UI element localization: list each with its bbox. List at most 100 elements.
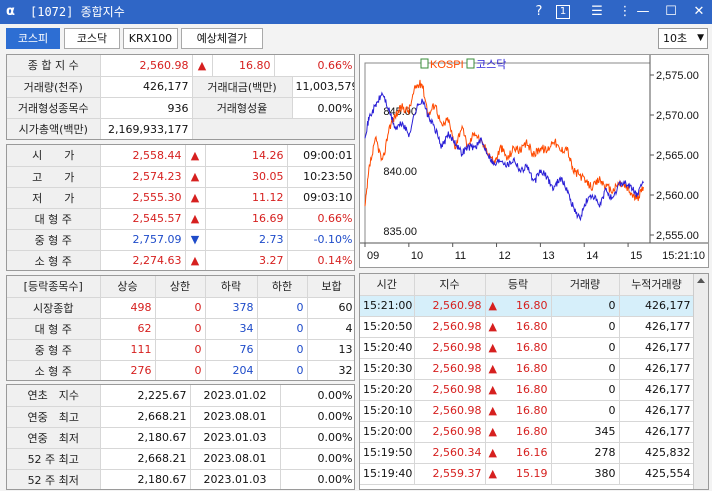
price-row-time: -0.10% [287, 229, 354, 251]
tab-krx100[interactable]: KRX100 [123, 28, 178, 49]
price-row-time: 10:23:50 [287, 166, 354, 188]
down-arrow-icon: ▼ [185, 229, 206, 251]
yearly-row-label: 연중 최고 [7, 406, 101, 428]
interval-select[interactable]: 10초 ▼ [658, 28, 708, 49]
x-end-time-label: 15:21:10 [662, 250, 705, 262]
tick-volume: 0 [551, 400, 620, 422]
tab-kospi[interactable]: 코스피 [6, 28, 60, 49]
unchanged-count: 60 [307, 297, 354, 319]
breadth-header: 보합 [307, 276, 354, 298]
composite-index-value: 2,560.98 [100, 55, 193, 77]
lower-limit-count: 0 [257, 318, 308, 340]
advance-decline-panel: [등락종목수] 상승 상한 하락 하한 보합 시장종합 498 0 378 0 60 대 형 주 62 0… [6, 275, 355, 381]
market-tabs-toolbar: 코스피 코스닥 KRX100 예상체결가 10초 ▼ [0, 24, 712, 52]
screen-number-icon[interactable]: 1 [556, 5, 570, 19]
tick-time: 15:20:00 [360, 421, 415, 443]
up-arrow-icon: ▲ [192, 55, 213, 77]
price-row-label: 고 가 [7, 166, 101, 188]
unchanged-count: 32 [307, 360, 354, 380]
x-tick-label: 14 [586, 250, 598, 262]
up-arrow-icon: ▲ [185, 250, 206, 270]
yearly-row-date: 2023.08.01 [190, 448, 281, 470]
up-arrow-icon: ▲ [488, 404, 497, 417]
x-tick-label: 15 [630, 250, 642, 262]
unchanged-count: 4 [307, 318, 354, 340]
yearly-row-label: 52 주 최저 [7, 469, 101, 489]
price-row-time: 09:03:10 [287, 187, 354, 209]
minimize-icon[interactable]: — [632, 2, 654, 22]
tick-change-value: 16.80 [516, 404, 548, 417]
composite-index-rate: 0.66% [274, 55, 354, 77]
tab-expected-price[interactable]: 예상체결가 [181, 28, 263, 49]
traded-ratio-label: 거래형성율 [192, 97, 293, 119]
tick-cum-volume: 426,177 [619, 337, 695, 359]
tick-row[interactable]: 15:20:50 2,560.98 ▲ 16.80 0 426,177 [360, 316, 695, 338]
right-tick-label: 2,560.00 [656, 190, 699, 202]
tick-change: ▲ 16.16 [485, 442, 552, 464]
price-stats-panel: 시 가 2,558.44 ▲ 14.26 09:00:01 고 가 2,574.23 ▲ 30.… [6, 144, 355, 271]
maximize-icon[interactable]: ☐ [660, 2, 682, 22]
yearly-row-value: 2,180.67 [100, 469, 191, 489]
tick-change-value: 16.16 [516, 446, 548, 459]
yearly-row-value: 2,668.21 [100, 448, 191, 470]
yearly-row-rate: 0.00% [280, 448, 354, 470]
up-arrow-icon: ▲ [185, 145, 206, 167]
right-tick-label: 2,555.00 [656, 230, 699, 242]
up-arrow-icon: ▲ [185, 166, 206, 188]
vertical-scrollbar[interactable] [693, 274, 708, 489]
tick-volume: 0 [551, 316, 620, 338]
market-cap-label: 시가총액(백만) [7, 118, 101, 139]
tick-row[interactable]: 15:20:20 2,560.98 ▲ 16.80 0 426,177 [360, 379, 695, 401]
yearly-row-rate: 0.00% [280, 427, 354, 449]
trade-value-label: 거래대금(백만) [192, 76, 293, 98]
tick-time: 15:20:40 [360, 337, 415, 359]
tick-change-value: 16.80 [516, 425, 548, 438]
price-row-label: 시 가 [7, 145, 101, 167]
yearly-row-date: 2023.01.03 [190, 427, 281, 449]
yearly-row-label: 연중 최저 [7, 427, 101, 449]
tick-change: ▲ 16.80 [485, 316, 552, 338]
up-arrow-icon: ▲ [488, 446, 497, 459]
up-arrow-icon: ▲ [488, 299, 497, 312]
help-icon[interactable]: ? [528, 2, 550, 22]
breadth-row: 중 형 주 111 0 76 0 13 [7, 339, 354, 361]
tick-row[interactable]: 15:19:40 2,559.37 ▲ 15.19 380 425,554 [360, 463, 695, 485]
tick-cum-volume: 426,177 [619, 358, 695, 380]
legend-kosdaq-label: 코스닥 [476, 58, 506, 71]
tick-change-value: 16.80 [516, 320, 548, 333]
menu-icon[interactable]: ☰ [586, 2, 608, 22]
tab-kosdaq[interactable]: 코스닥 [64, 28, 120, 49]
breadth-header: 하락 [205, 276, 258, 298]
tick-time: 15:21:00 [360, 295, 415, 317]
up-arrow-icon: ▲ [488, 362, 497, 375]
tick-row[interactable]: 15:20:00 2,560.98 ▲ 16.80 345 426,177 [360, 421, 695, 443]
tick-change: ▲ 16.80 [485, 358, 552, 380]
breadth-header: 상승 [100, 276, 156, 298]
tick-change-value: 16.80 [516, 362, 548, 375]
tick-time: 15:19:50 [360, 442, 415, 464]
traded-ratio-value: 0.00% [292, 97, 354, 119]
tick-row[interactable]: 15:20:40 2,560.98 ▲ 16.80 0 426,177 [360, 337, 695, 359]
scroll-up-icon[interactable] [697, 278, 705, 283]
price-row: 소 형 주 2,274.63 ▲ 3.27 0.14% [7, 250, 354, 270]
yearly-row-value: 2,668.21 [100, 406, 191, 428]
tick-change-value: 16.80 [516, 341, 548, 354]
tick-row[interactable]: 15:21:00 2,560.98 ▲ 16.80 0 426,177 [360, 295, 695, 317]
close-icon[interactable]: ✕ [688, 2, 710, 22]
yearly-row-date: 2023.01.03 [190, 469, 281, 489]
price-row-label: 중 형 주 [7, 229, 101, 251]
trade-value-value: 11,003,579 [292, 76, 354, 98]
breadth-row: 대 형 주 62 0 34 0 4 [7, 318, 354, 340]
yearly-row-value: 2,180.67 [100, 427, 191, 449]
tick-row[interactable]: 15:19:50 2,560.34 ▲ 16.16 278 425,832 [360, 442, 695, 464]
x-tick-label: 10 [411, 250, 423, 262]
tick-volume: 0 [551, 337, 620, 359]
decliners-count: 204 [205, 360, 258, 380]
yearly-row: 52 주 최저 2,180.67 2023.01.03 0.00% [7, 469, 354, 489]
up-arrow-icon: ▲ [488, 341, 497, 354]
right-tick-label: 2,565.00 [656, 150, 699, 162]
tick-index: 2,560.34 [414, 442, 486, 464]
tick-header: 거래량 [551, 274, 620, 296]
tick-row[interactable]: 15:20:10 2,560.98 ▲ 16.80 0 426,177 [360, 400, 695, 422]
tick-row[interactable]: 15:20:30 2,560.98 ▲ 16.80 0 426,177 [360, 358, 695, 380]
